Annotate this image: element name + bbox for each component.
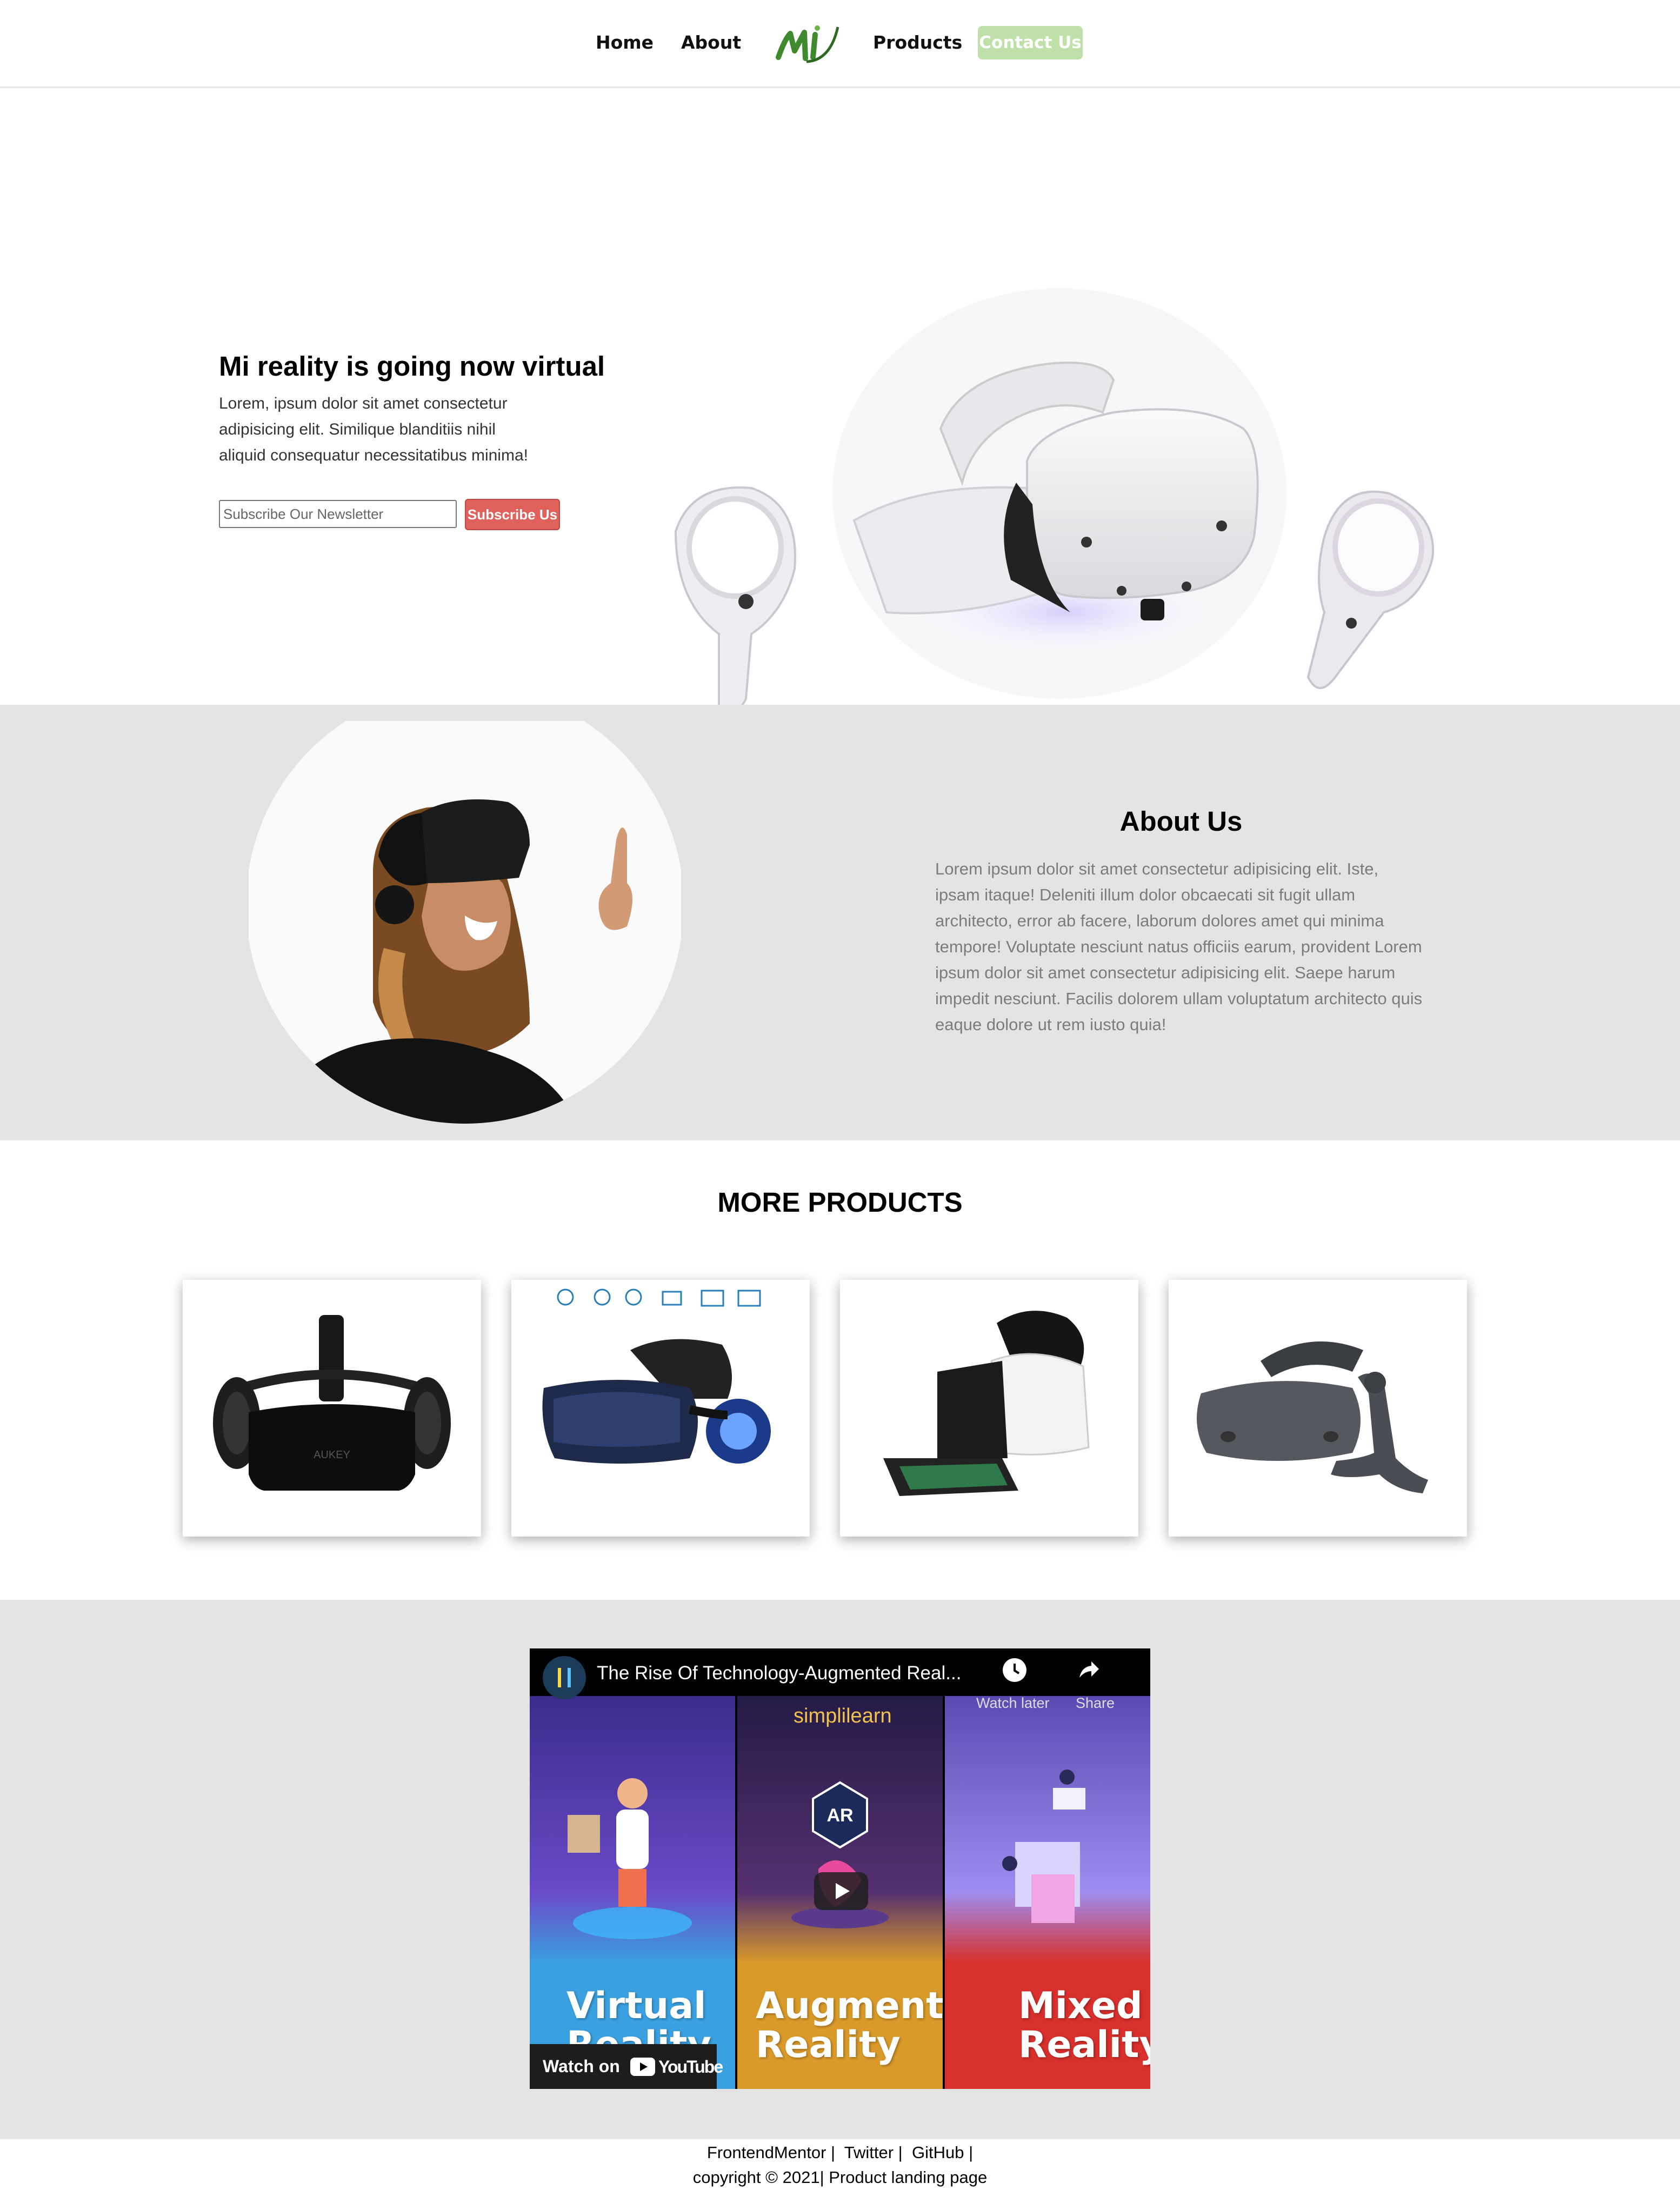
aukey-brand-text: AUKEY [314,1449,350,1461]
mr-label: Mixed Reality [1018,1987,1150,2065]
top-nav: Home About Products Contact Us [0,0,1680,88]
watch-later-clock-icon[interactable] [1003,1658,1026,1682]
video-section: Virtual Reality AR Augmented Reality [0,1600,1680,2139]
footer-separator: | [894,2143,912,2162]
footer-separator: | [964,2143,974,2162]
watch-later-label[interactable]: Watch later [976,1695,1050,1712]
video-title-bar: The Rise Of Technology-Augmented Real...… [530,1648,1150,1711]
vr-headset-hero-image [674,288,1434,715]
ar-badge-text: AR [826,1805,853,1826]
simplilearn-logo: simplilearn [794,1705,892,1727]
nav-home-link[interactable]: Home [596,34,654,51]
hero-title: Mi reality is going now virtual [219,351,605,382]
product-card-headset-earphones[interactable] [511,1280,810,1537]
about-description: Lorem ipsum dolor sit amet consectetur a… [935,859,1423,1034]
video-title[interactable]: The Rise Of Technology-Augmented Real... [597,1662,961,1684]
watch-on-label: Watch on [543,2057,620,2076]
footer-link-github[interactable]: GitHub [912,2143,964,2162]
subscribe-button[interactable]: Subscribe Us [465,499,560,530]
vr-illustration [568,1778,692,1939]
mr-illustration [1002,1770,1085,1923]
mr-panel: Mixed Reality [945,1696,1150,2089]
white-vr-box-image [883,1311,1090,1496]
play-icon [836,1883,850,1899]
hero-section: Mi reality is going now virtual Lorem, i… [0,88,1680,715]
woman-vr-image [249,721,681,1124]
footer-link-frontendmentor[interactable]: FrontendMentor [707,2143,826,2162]
aukey-headset-image: AUKEY [213,1315,451,1491]
headset-with-earphones-image [542,1288,771,1464]
footer-links: FrontendMentor | Twitter | GitHub | [0,2141,1680,2164]
mr-label-line1: Mixed [1018,1985,1143,2027]
about-section: About Us Lorem ipsum dolor sit amet cons… [0,705,1680,1140]
vr-label-line1: Virtual [566,1985,706,2027]
mi-logo[interactable] [774,23,842,66]
footer-separator: | [826,2143,844,2162]
newsletter-email-input[interactable] [219,500,457,528]
share-arrow-icon[interactable] [1076,1658,1100,1682]
mr-label-line2: Reality [1018,2024,1150,2066]
vr-panel: Virtual Reality [530,1696,735,2089]
copyright-text: copyright © 2021| Product landing page [692,2168,988,2187]
channel-avatar-icon[interactable] [543,1656,586,1699]
footer: FrontendMentor | Twitter | GitHub | copy… [0,2139,1680,2190]
product-card-grey-headset[interactable] [1169,1280,1467,1537]
products-title: MORE PRODUCTS [717,1187,963,1218]
contact-us-button[interactable]: Contact Us [978,26,1083,59]
product-card-aukey[interactable]: AUKEY [183,1280,481,1537]
nav-products-link[interactable]: Products [873,34,962,51]
product-card-white-headset[interactable] [840,1280,1138,1537]
watch-on-youtube-bar[interactable]: Watch on YouTube [530,2044,723,2089]
footer-link-twitter[interactable]: Twitter [844,2143,894,2162]
about-title: About Us [1119,806,1243,837]
share-label[interactable]: Share [1076,1695,1115,1712]
hero-description: Lorem, ipsum dolor sit amet consectetur … [219,395,528,464]
grey-standalone-headset-image [1197,1341,1428,1493]
youtube-wordmark: YouTube [658,2057,723,2077]
video-play-button[interactable] [814,1872,868,1910]
products-section: MORE PRODUCTS AUKEY [0,1140,1680,1600]
nav-about-link[interactable]: About [681,34,741,51]
youtube-play-icon [630,2058,655,2076]
youtube-video-embed[interactable]: Virtual Reality AR Augmented Reality [530,1648,1150,2089]
youtube-logo: YouTube [630,2056,723,2078]
